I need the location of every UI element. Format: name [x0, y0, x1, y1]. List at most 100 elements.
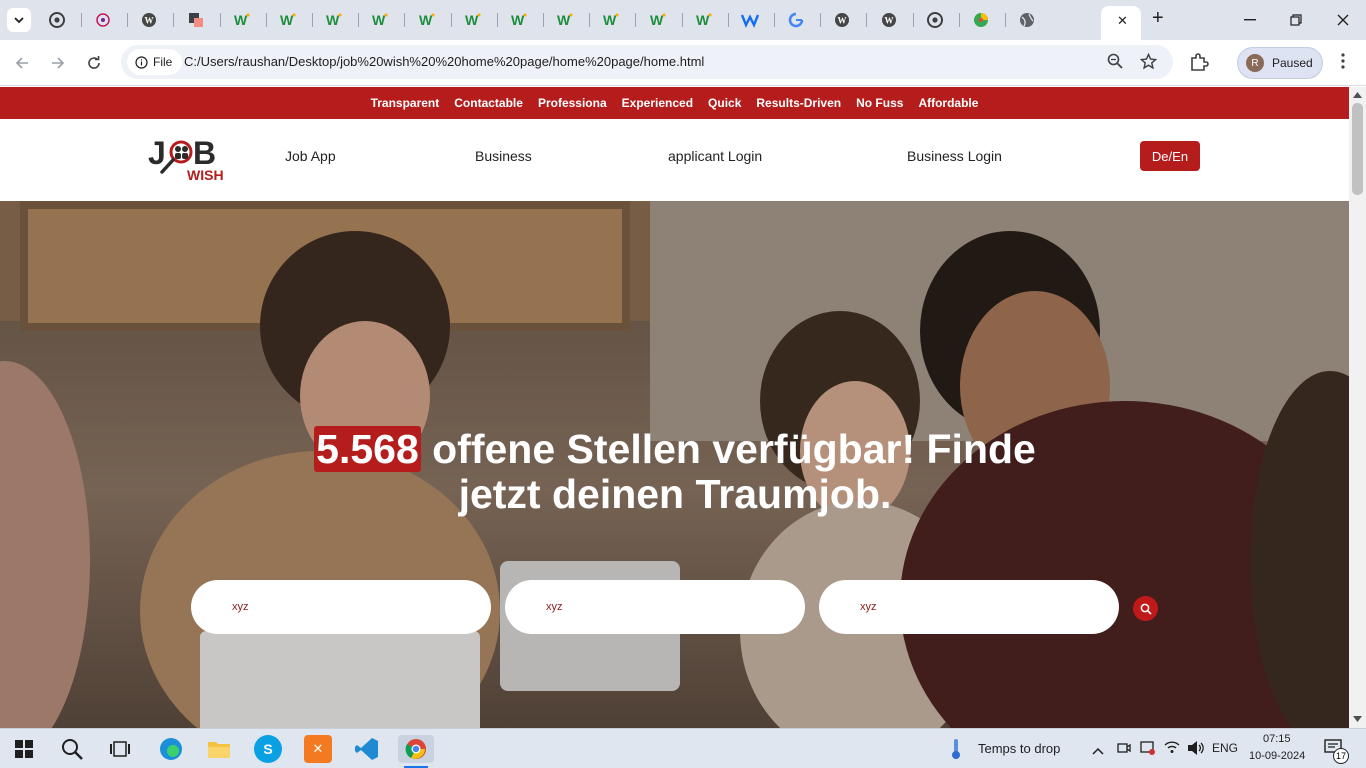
- scroll-up-icon[interactable]: [1353, 92, 1362, 98]
- edge-icon[interactable]: [157, 735, 185, 763]
- close-window-button[interactable]: [1331, 8, 1355, 32]
- w-logo-icon[interactable]: W: [510, 11, 528, 29]
- scroll-down-icon[interactable]: [1353, 716, 1362, 722]
- tab-separator: [589, 13, 591, 27]
- svg-text:W: W: [372, 12, 386, 28]
- back-button[interactable]: [9, 50, 35, 76]
- show-hidden-icons-button[interactable]: [1092, 742, 1104, 760]
- wordpress-icon[interactable]: W: [833, 11, 851, 29]
- feature-bar-item: Results-Driven: [756, 96, 842, 110]
- w-logo-icon[interactable]: W: [279, 11, 297, 29]
- taskbar-search-button[interactable]: [58, 735, 86, 763]
- search-input-keyword[interactable]: [191, 580, 491, 634]
- w-logo-icon[interactable]: W: [602, 11, 620, 29]
- web-page: Transparent Contactable Professiona Experie…: [0, 87, 1349, 728]
- search-input-location[interactable]: [819, 580, 1119, 634]
- search-input-category[interactable]: [505, 580, 805, 634]
- chrome-icon[interactable]: [48, 11, 66, 29]
- webflow-icon[interactable]: [741, 11, 759, 29]
- active-tab[interactable]: ✕: [1101, 6, 1141, 40]
- forward-button[interactable]: [45, 50, 71, 76]
- clock-date[interactable]: 10-09-2024: [1249, 750, 1305, 762]
- wordpress-icon[interactable]: W: [140, 11, 158, 29]
- green-yellow-icon[interactable]: [972, 11, 990, 29]
- wordpress-icon[interactable]: W: [880, 11, 898, 29]
- search-button[interactable]: [1133, 596, 1158, 621]
- clock-time[interactable]: 07:15: [1263, 733, 1291, 745]
- profile-button[interactable]: R Paused: [1237, 47, 1323, 79]
- extensions-button[interactable]: [1189, 52, 1209, 77]
- skype-icon[interactable]: S: [254, 735, 282, 763]
- info-icon: [135, 55, 148, 69]
- site-info-chip[interactable]: File: [127, 49, 183, 75]
- globe-icon[interactable]: [1018, 11, 1036, 29]
- feature-bar: Transparent Contactable Professiona Experie…: [0, 87, 1349, 119]
- new-tab-button[interactable]: +: [1152, 7, 1164, 30]
- pink-circle-icon[interactable]: [94, 11, 112, 29]
- hero-title-text: offene Stellen verfügbar! Finde jetzt de…: [420, 426, 1036, 517]
- language-toggle-button[interactable]: De/En: [1140, 141, 1200, 171]
- svg-text:W: W: [326, 12, 340, 28]
- w-logo-icon[interactable]: W: [371, 11, 389, 29]
- w-logo-icon[interactable]: W: [649, 11, 667, 29]
- svg-text:W: W: [465, 12, 479, 28]
- star-icon: [1139, 52, 1158, 70]
- thermometer-icon[interactable]: [948, 738, 964, 765]
- file-label: File: [153, 55, 173, 69]
- input-language[interactable]: ENG: [1212, 741, 1238, 755]
- start-button[interactable]: [10, 735, 38, 763]
- google-icon[interactable]: [787, 11, 805, 29]
- tab-separator: [127, 13, 129, 27]
- xampp-icon[interactable]: ✕: [304, 735, 332, 763]
- tab-separator: [312, 13, 313, 27]
- windows-taskbar: S ✕ Temps to drop ENG 07:15 10-09-2024 1…: [0, 728, 1366, 768]
- svg-text:W: W: [884, 16, 893, 26]
- file-explorer-icon[interactable]: [205, 735, 233, 763]
- page-scrollbar[interactable]: [1349, 87, 1366, 728]
- minimize-button[interactable]: [1238, 8, 1262, 32]
- tab-search-button[interactable]: [7, 8, 31, 32]
- browser-menu-button[interactable]: [1341, 53, 1347, 74]
- restore-button[interactable]: [1284, 8, 1308, 32]
- chevron-down-icon: [14, 17, 24, 24]
- meet-now-icon[interactable]: [1117, 741, 1131, 760]
- restore-icon: [1290, 14, 1302, 26]
- w-logo-icon[interactable]: W: [233, 11, 251, 29]
- url-text[interactable]: C:/Users/raushan/Desktop/job%20wish%20%2…: [184, 54, 704, 69]
- w-logo-icon[interactable]: W: [464, 11, 482, 29]
- task-view-icon: [110, 741, 130, 757]
- zoom-button[interactable]: [1107, 53, 1123, 74]
- task-view-button[interactable]: [106, 735, 134, 763]
- close-icon: [1337, 14, 1349, 26]
- hero-section: 5.568 offene Stellen verfügbar! Finde je…: [0, 201, 1349, 728]
- job-wish-logo[interactable]: J B WISH: [148, 133, 230, 185]
- w-logo-icon[interactable]: W: [556, 11, 574, 29]
- tab-separator: [543, 13, 544, 27]
- nav-business[interactable]: Business: [475, 148, 532, 164]
- tab-separator: [219, 13, 221, 27]
- search-icon: [1140, 603, 1152, 615]
- tab-separator: [635, 13, 637, 27]
- close-tab-icon[interactable]: ✕: [1117, 13, 1128, 29]
- chrome-taskbar-icon[interactable]: [398, 735, 434, 763]
- wifi-icon[interactable]: [1164, 740, 1180, 759]
- nav-business-login[interactable]: Business Login: [907, 148, 1002, 164]
- vscode-icon[interactable]: [353, 735, 381, 763]
- address-bar[interactable]: File C:/Users/raushan/Desktop/job%20wish…: [121, 45, 1173, 79]
- notion-icon[interactable]: [187, 11, 205, 29]
- nav-job-app[interactable]: Job App: [285, 148, 336, 164]
- tab-separator: [958, 13, 960, 27]
- weather-text[interactable]: Temps to drop: [978, 741, 1060, 756]
- reload-button[interactable]: [81, 50, 107, 76]
- w-logo-icon[interactable]: W: [695, 11, 713, 29]
- feature-bar-item: Professiona: [537, 96, 607, 110]
- w-logo-icon[interactable]: W: [418, 11, 436, 29]
- chevron-up-icon: [1092, 747, 1104, 755]
- scrollbar-thumb[interactable]: [1352, 103, 1363, 195]
- volume-icon[interactable]: [1187, 740, 1205, 761]
- screen-record-icon[interactable]: [1140, 740, 1156, 761]
- chrome-icon[interactable]: [926, 11, 944, 29]
- w-logo-icon[interactable]: W: [325, 11, 343, 29]
- bookmark-button[interactable]: [1139, 52, 1158, 75]
- nav-applicant-login[interactable]: applicant Login: [668, 148, 762, 164]
